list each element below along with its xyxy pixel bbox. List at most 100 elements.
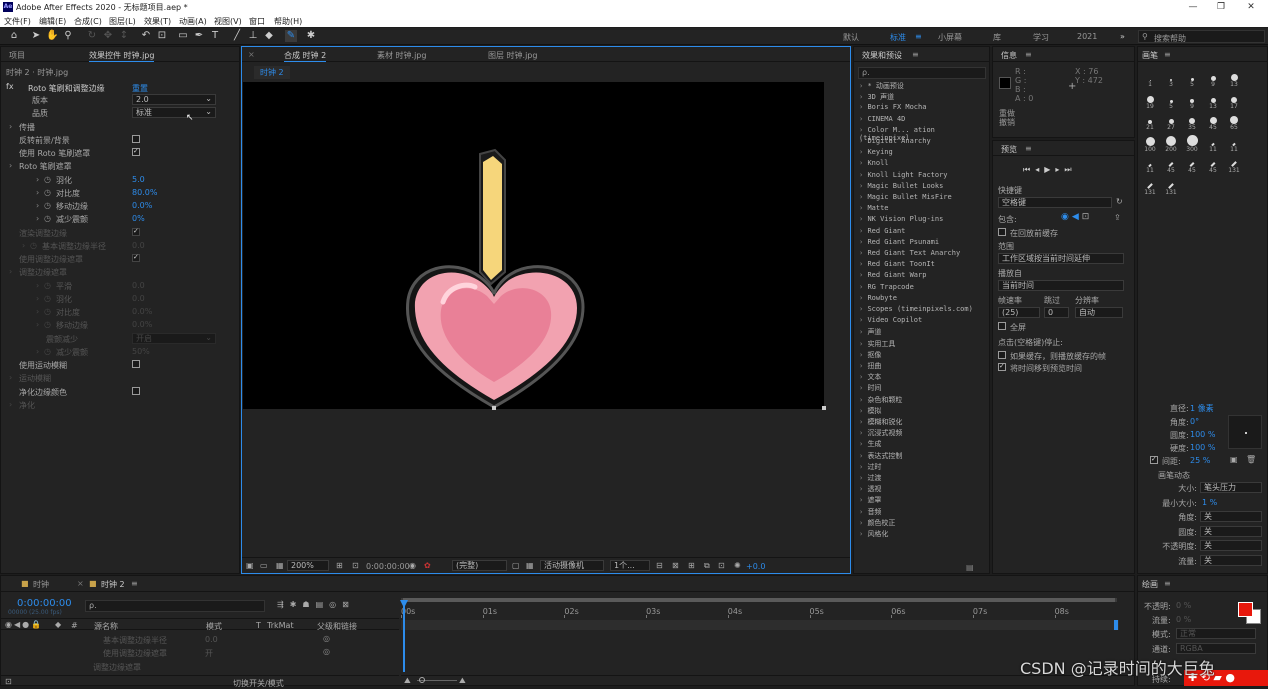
effect-row-checkbox[interactable] — [132, 147, 140, 156]
rotate-tool-icon[interactable]: ↶ — [140, 30, 152, 42]
brush-preset[interactable]: 45 — [1203, 157, 1223, 174]
angle-value[interactable]: 0° — [1190, 417, 1199, 426]
effects-category[interactable]: › 透视 — [859, 484, 984, 495]
stopwatch-icon[interactable]: ◷ — [44, 175, 51, 184]
draft-3d-icon[interactable]: ✱ — [290, 600, 303, 609]
close-button[interactable]: ✕ — [1236, 0, 1266, 14]
layer-row-1-value[interactable]: 0.0 — [205, 635, 218, 644]
effects-category[interactable]: › Magic Bullet MisFire — [859, 193, 984, 204]
timeline-timecode[interactable]: 0:00:00:00 — [17, 598, 72, 609]
brushes-menu-icon[interactable]: ≡ — [1164, 50, 1171, 59]
audio-toggle-icon[interactable]: ◀ — [1072, 212, 1082, 222]
workspace-default[interactable]: 默认 — [843, 32, 859, 43]
clone-stamp-icon[interactable]: ⊥ — [247, 30, 259, 42]
effects-category[interactable]: › Magic Bullet Looks — [859, 182, 984, 193]
chevron-right-icon[interactable]: › — [36, 175, 39, 184]
col-source-name[interactable]: 源名称 — [94, 621, 118, 632]
effect-row-value[interactable]: 0.0 — [132, 241, 145, 250]
timeline-menu-icon[interactable]: ≡ — [131, 579, 138, 588]
effects-category[interactable]: › 时间 — [859, 383, 984, 394]
effects-category[interactable]: › Red Giant Text Anarchy — [859, 249, 984, 260]
brush-preset[interactable]: 19 — [1140, 93, 1160, 110]
brush-preset[interactable]: 35 — [1182, 114, 1202, 131]
brush-preset[interactable]: 3 — [1161, 71, 1181, 88]
layer-row-3-name[interactable]: 调整边缘遮罩 — [93, 662, 141, 673]
paint-menu-icon[interactable]: ≡ — [1164, 579, 1171, 588]
menu-layer[interactable]: 图层(L) — [109, 16, 136, 27]
effects-category[interactable]: › Red Giant Psunami — [859, 238, 984, 249]
layer-row-2-name[interactable]: 使用调整边缘遮罩 — [103, 648, 167, 659]
brush-preset[interactable]: 100 — [1140, 136, 1160, 153]
roundness-value[interactable]: 100 % — [1190, 430, 1215, 439]
comp-mini-flowchart-icon[interactable]: ⇶ — [277, 600, 290, 609]
brush-preset[interactable]: 1 — [1140, 71, 1160, 88]
export-icon[interactable]: ⇪ — [1114, 213, 1121, 222]
help-search[interactable]: ⚲ 搜索帮助 — [1138, 30, 1265, 43]
chevron-right-icon[interactable]: › — [9, 400, 12, 409]
selection-tool-icon[interactable]: ➤ — [30, 30, 42, 42]
dynamics-dropdown[interactable]: 关 — [1200, 511, 1262, 522]
new-folder-icon[interactable]: ▤ — [966, 563, 974, 572]
roi-icon[interactable]: ▢ — [512, 561, 520, 570]
effect-row-value[interactable]: 0.0 — [132, 281, 145, 290]
prev-frame-icon[interactable]: ◂ — [1035, 165, 1044, 174]
play-icon[interactable]: ▶ — [1044, 165, 1055, 174]
effects-category[interactable]: › 表达式控制 — [859, 451, 984, 462]
workspace-menu-icon[interactable]: ≡ — [915, 32, 922, 41]
first-frame-icon[interactable]: ⏮ — [1023, 165, 1035, 174]
close-comp-tab-icon[interactable]: × — [248, 50, 255, 59]
paint-flow-value[interactable]: 0 % — [1176, 615, 1191, 624]
camera-dropdown[interactable]: 活动摄像机 — [540, 560, 604, 571]
effect-row[interactable]: › ◷ 对比度 0.0% — [6, 305, 228, 318]
effect-row-value[interactable]: 0% — [132, 214, 145, 223]
effects-category[interactable]: › 实用工具 — [859, 339, 984, 350]
fast-preview-icon[interactable]: ⊞ — [688, 561, 695, 570]
workspace-library[interactable]: 库 — [993, 32, 1001, 43]
chevron-right-icon[interactable]: › — [9, 267, 12, 276]
effect-row-value[interactable]: 0.0% — [132, 307, 152, 316]
col-t[interactable]: T — [256, 621, 261, 630]
effects-category[interactable]: › Color M... ation (timeinpixel — [859, 126, 984, 142]
brush-preset[interactable]: 45 — [1182, 157, 1202, 174]
effects-category[interactable]: › 过时 — [859, 462, 984, 473]
workspace-more[interactable]: » — [1120, 32, 1125, 41]
brush-preset[interactable]: 131 — [1224, 157, 1244, 174]
zoom-tool-icon[interactable]: ⚲ — [62, 30, 74, 42]
effects-category[interactable]: › 遮罩 — [859, 495, 984, 506]
brush-preset[interactable]: 21 — [1140, 114, 1160, 131]
effect-row-value[interactable]: 0.0 — [132, 294, 145, 303]
delete-brush-icon[interactable]: 🗑 — [1246, 455, 1256, 464]
transparency-icon[interactable]: ⊡ — [352, 561, 359, 570]
effects-category[interactable]: › 声道 — [859, 327, 984, 338]
effect-row-dropdown[interactable]: 开启 ⌄ — [132, 332, 216, 344]
brush-preset[interactable]: 45 — [1161, 157, 1181, 174]
roto-brush-icon[interactable]: ✎ — [285, 30, 297, 42]
resolution-preview-dropdown[interactable]: 自动 — [1075, 307, 1123, 318]
effect-row-value[interactable]: 50% — [132, 347, 150, 356]
workspace-standard[interactable]: 标准 — [890, 32, 906, 43]
play-cached-checkbox[interactable] — [998, 351, 1006, 359]
effects-category[interactable]: › Red Giant Warp — [859, 271, 984, 282]
grid-icon[interactable]: ▦ — [276, 561, 284, 570]
composition-canvas[interactable] — [243, 82, 824, 409]
fx-icon[interactable]: fx — [6, 82, 14, 91]
stopwatch-icon[interactable]: ◷ — [30, 241, 37, 250]
stopwatch-icon[interactable]: ◷ — [44, 347, 51, 356]
tab-layer[interactable]: 图层 时钟.jpg — [488, 50, 537, 61]
paint-mode-dropdown[interactable]: 正常 — [1176, 628, 1256, 639]
menu-window[interactable]: 窗口 — [249, 16, 265, 27]
effect-row[interactable]: › ◷ 移动边缘 0.0% — [6, 318, 228, 331]
text-tool-icon[interactable]: T — [209, 30, 221, 42]
effect-row[interactable]: › ◷ 羽化 0.0 — [6, 292, 228, 305]
workspace-learn[interactable]: 学习 — [1033, 32, 1049, 43]
layer-row-1-name[interactable]: 基本调整边缘半径 — [103, 635, 167, 646]
effect-row[interactable]: 反转前景/背景 — [6, 133, 228, 146]
effects-category[interactable]: › 3D 声道 — [859, 92, 984, 103]
chevron-right-icon[interactable]: › — [22, 241, 25, 250]
stopwatch-icon[interactable]: ◷ — [44, 294, 51, 303]
render-time-icon[interactable]: ⊡ — [5, 677, 12, 686]
dynamics-dropdown[interactable]: 关 — [1200, 525, 1262, 537]
flowchart-icon[interactable]: ⊡ — [718, 561, 725, 570]
zoom-slider-thumb[interactable] — [419, 677, 425, 683]
zoom-in-icon[interactable]: ⛰ — [459, 676, 466, 686]
